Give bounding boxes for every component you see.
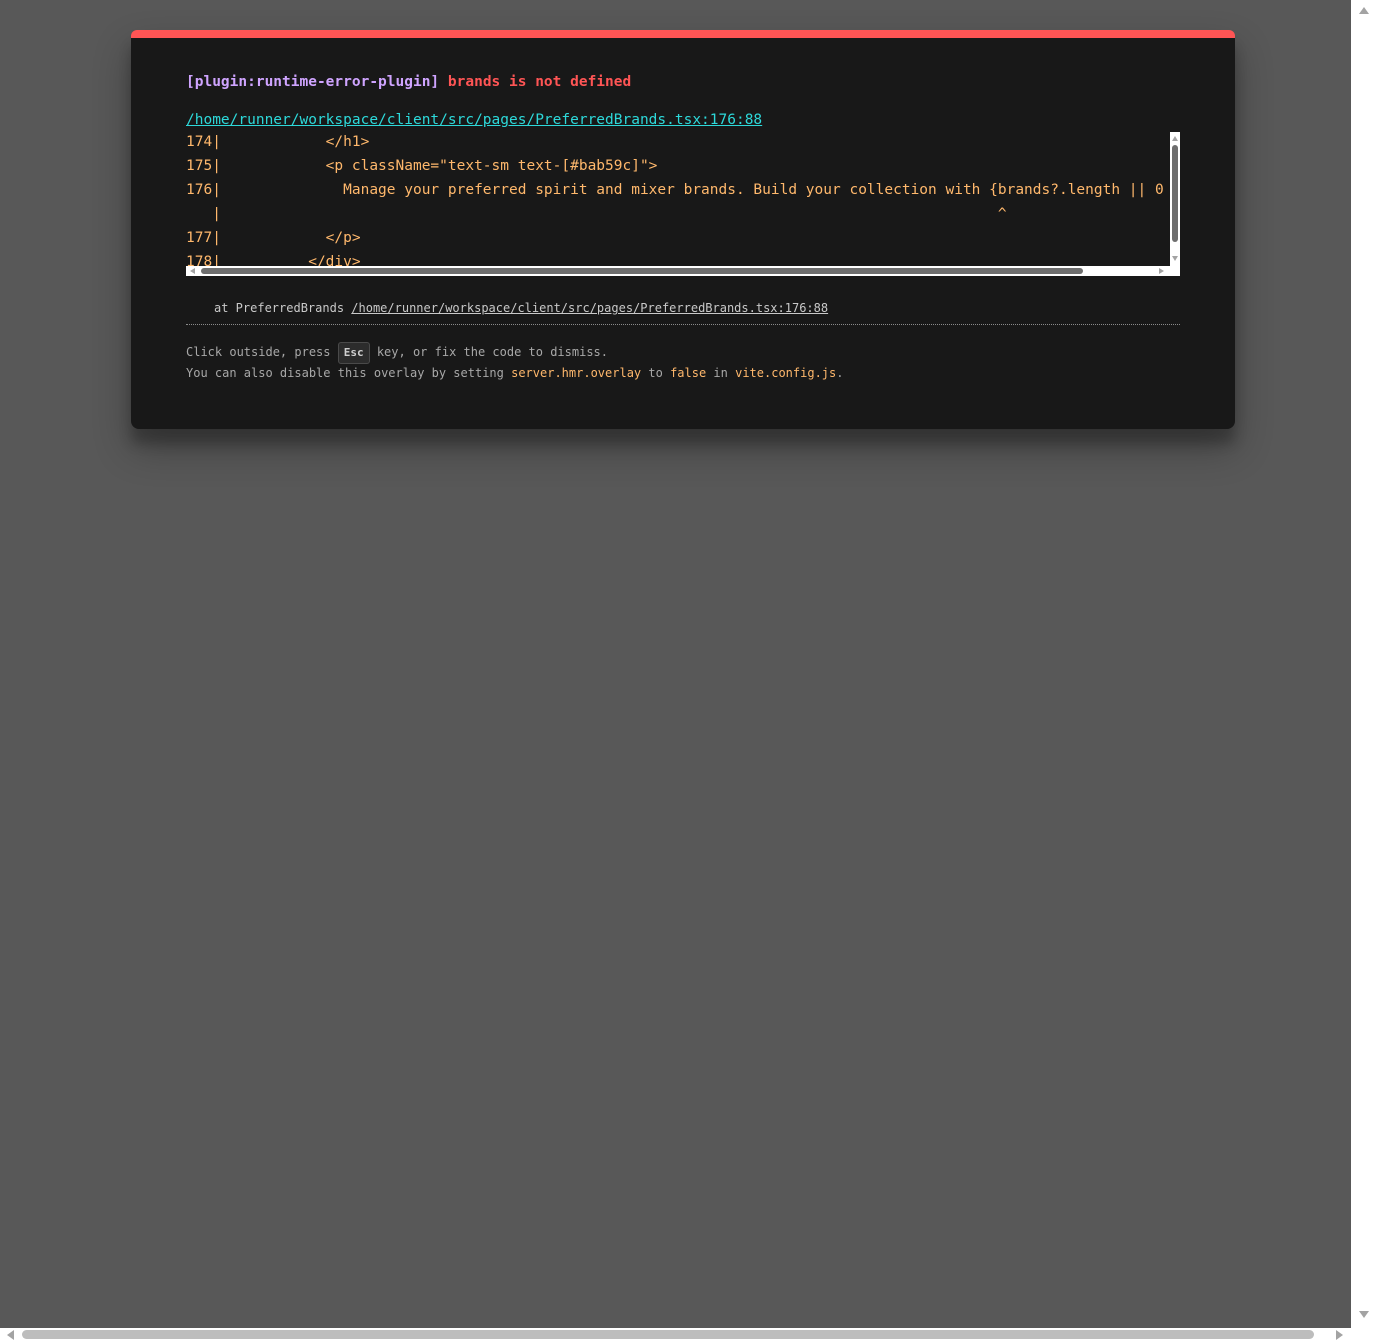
code-line: 177| </p> [186, 230, 361, 246]
page-backdrop[interactable]: [plugin:runtime-error-plugin] brands is … [0, 0, 1351, 1328]
scroll-up-icon[interactable] [1172, 136, 1178, 141]
setting-value: false [670, 366, 707, 380]
stack-location-link[interactable]: /home/runner/workspace/client/src/pages/… [351, 301, 828, 315]
tip-text: to [641, 366, 671, 380]
setting-name: server.hmr.overlay [511, 366, 642, 380]
stack-prefix: at PreferredBrands [214, 301, 352, 315]
tip-text: . [836, 366, 844, 380]
plugin-label: [plugin:runtime-error-plugin] [186, 74, 440, 90]
stack-trace: at PreferredBrands /home/runner/workspac… [214, 301, 828, 315]
code-frame-vertical-scrollbar[interactable] [1170, 132, 1180, 266]
scroll-down-icon[interactable] [1172, 256, 1178, 261]
scroll-up-icon[interactable] [1359, 7, 1369, 14]
error-text: brands is not defined [447, 74, 632, 90]
scrollbar-thumb[interactable] [22, 1330, 1314, 1339]
tip-text: Click outside, press [186, 345, 338, 359]
scrollbar-thumb[interactable] [1172, 145, 1178, 242]
scrollbar-thumb[interactable] [201, 268, 1083, 274]
page-horizontal-scrollbar[interactable] [0, 1328, 1381, 1342]
esc-key-badge: Esc [337, 342, 370, 364]
tip-text: key, or fix the code to dismiss. [369, 345, 609, 359]
code-line: 175| <p className="text-sm text-[#bab59c… [186, 158, 658, 174]
code-line-caret: | ^ [186, 206, 1007, 222]
code-line: 174| </h1> [186, 134, 370, 150]
config-file-name: vite.config.js [735, 366, 837, 380]
disable-overlay-tip: You can also disable this overlay by set… [186, 366, 843, 380]
dismiss-tip: Click outside, press Esc key, or fix the… [186, 342, 608, 364]
code-line: 176| Manage your preferred spirit and mi… [186, 182, 1164, 198]
code-frame[interactable]: 174| </h1> 175| <p className="text-sm te… [186, 132, 1180, 276]
scroll-right-icon[interactable] [1336, 1330, 1343, 1340]
error-file-link[interactable]: /home/runner/workspace/client/src/pages/… [186, 112, 762, 128]
code-line: 178| </div> [186, 254, 361, 266]
page-vertical-scrollbar[interactable] [1351, 0, 1381, 1328]
error-overlay-window: [plugin:runtime-error-plugin] brands is … [131, 30, 1235, 429]
code-frame-viewport: 174| </h1> 175| <p className="text-sm te… [186, 132, 1170, 266]
tip-text: in [706, 366, 736, 380]
code-frame-horizontal-scrollbar[interactable] [186, 266, 1180, 276]
scroll-right-icon[interactable] [1159, 268, 1164, 274]
divider [186, 324, 1180, 325]
scroll-down-icon[interactable] [1359, 1311, 1369, 1318]
error-message: [plugin:runtime-error-plugin] brands is … [186, 74, 631, 90]
tip-text: You can also disable this overlay by set… [186, 366, 512, 380]
scroll-left-icon[interactable] [190, 268, 195, 274]
scroll-left-icon[interactable] [7, 1330, 14, 1340]
